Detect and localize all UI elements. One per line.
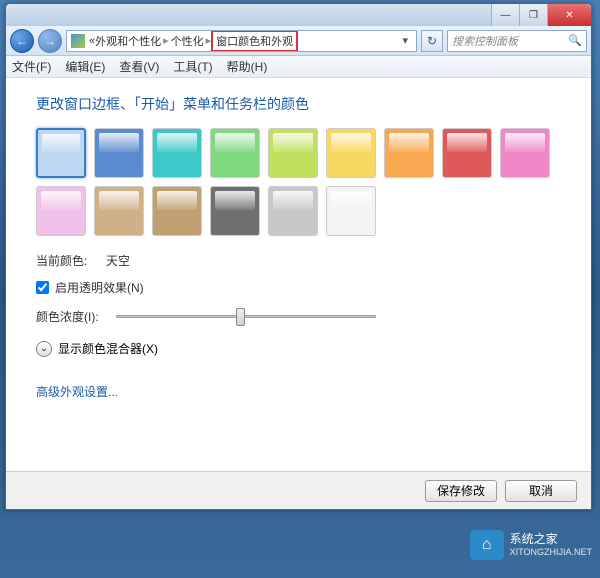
chevron-down-icon: ⌄ [36, 341, 52, 357]
color-swatch-14[interactable] [326, 186, 376, 236]
menu-edit[interactable]: 编辑(E) [65, 58, 105, 75]
current-color-value: 天空 [106, 252, 130, 269]
color-swatch-0[interactable] [36, 128, 86, 178]
cancel-button[interactable]: 取消 [505, 480, 577, 502]
nav-back-button[interactable]: ← [10, 29, 34, 53]
menu-bar: 文件(F) 编辑(E) 查看(V) 工具(T) 帮助(H) [6, 56, 591, 78]
transparency-checkbox[interactable] [36, 281, 49, 294]
nav-forward-button[interactable]: → [38, 29, 62, 53]
color-swatch-4[interactable] [268, 128, 318, 178]
breadcrumb[interactable]: « 外观和个性化 ▸ 个性化 ▸ 窗口颜色和外观 ▾ [66, 30, 417, 52]
breadcrumb-item-2[interactable]: 个性化 [171, 33, 204, 49]
control-panel-window: — ❐ ✕ ← → « 外观和个性化 ▸ 个性化 ▸ 窗口颜色和外观 ▾ ↻ 搜… [5, 3, 592, 510]
close-button[interactable]: ✕ [547, 4, 591, 26]
current-color-row: 当前颜色: 天空 [36, 252, 561, 269]
titlebar: — ❐ ✕ [6, 4, 591, 26]
search-input[interactable]: 搜索控制面板 🔍 [447, 30, 587, 52]
save-button[interactable]: 保存修改 [425, 480, 497, 502]
refresh-button[interactable]: ↻ [421, 30, 443, 52]
search-icon[interactable]: 🔍 [568, 34, 582, 47]
color-swatch-10[interactable] [94, 186, 144, 236]
current-color-label: 当前颜色: [36, 252, 106, 269]
watermark-title: 系统之家 [510, 532, 592, 546]
watermark: ⌂ 系统之家 XITONGZHIJIA.NET [470, 530, 592, 560]
address-bar-row: ← → « 外观和个性化 ▸ 个性化 ▸ 窗口颜色和外观 ▾ ↻ 搜索控制面板 … [6, 26, 591, 56]
footer: 保存修改 取消 [6, 471, 591, 509]
menu-view[interactable]: 查看(V) [119, 58, 159, 75]
slider-track [116, 315, 376, 318]
breadcrumb-item-3[interactable]: 窗口颜色和外观 [211, 30, 298, 52]
intensity-label: 颜色浓度(I): [36, 308, 106, 325]
page-title: 更改窗口边框、「开始」菜单和任务栏的颜色 [36, 94, 561, 114]
watermark-text: 系统之家 XITONGZHIJIA.NET [510, 532, 592, 557]
color-mixer-label: 显示颜色混合器(X) [58, 340, 158, 357]
color-swatch-6[interactable] [384, 128, 434, 178]
color-swatch-13[interactable] [268, 186, 318, 236]
color-swatch-7[interactable] [442, 128, 492, 178]
intensity-row: 颜色浓度(I): [36, 306, 561, 326]
house-icon: ⌂ [470, 530, 504, 560]
menu-help[interactable]: 帮助(H) [227, 58, 268, 75]
color-swatch-grid [36, 128, 561, 236]
advanced-appearance-link[interactable]: 高级外观设置... [36, 383, 118, 400]
color-swatch-12[interactable] [210, 186, 260, 236]
watermark-url: XITONGZHIJIA.NET [510, 547, 592, 558]
control-panel-icon [71, 34, 85, 48]
transparency-label: 启用透明效果(N) [55, 279, 144, 296]
menu-tools[interactable]: 工具(T) [173, 58, 212, 75]
color-swatch-3[interactable] [210, 128, 260, 178]
search-placeholder: 搜索控制面板 [452, 33, 518, 49]
chevron-down-icon[interactable]: ▾ [398, 34, 412, 47]
transparency-row: 启用透明效果(N) [36, 279, 561, 296]
menu-file[interactable]: 文件(F) [12, 58, 51, 75]
minimize-button[interactable]: — [491, 4, 519, 26]
maximize-button[interactable]: ❐ [519, 4, 547, 26]
color-mixer-expander[interactable]: ⌄ 显示颜色混合器(X) [36, 340, 561, 357]
color-swatch-1[interactable] [94, 128, 144, 178]
chevron-right-icon: ▸ [163, 34, 169, 47]
color-swatch-11[interactable] [152, 186, 202, 236]
color-swatch-5[interactable] [326, 128, 376, 178]
color-swatch-2[interactable] [152, 128, 202, 178]
slider-thumb[interactable] [236, 308, 245, 326]
content-area: 更改窗口边框、「开始」菜单和任务栏的颜色 当前颜色: 天空 启用透明效果(N) … [6, 78, 591, 471]
color-swatch-9[interactable] [36, 186, 86, 236]
intensity-slider[interactable] [116, 306, 376, 326]
color-swatch-8[interactable] [500, 128, 550, 178]
breadcrumb-item-1[interactable]: 外观和个性化 [95, 33, 161, 49]
